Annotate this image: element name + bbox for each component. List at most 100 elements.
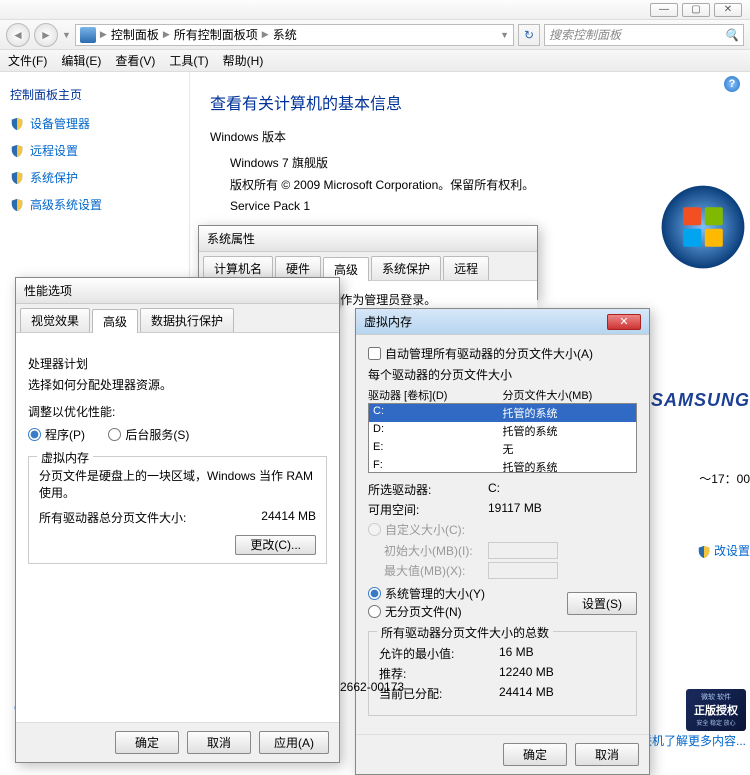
cancel-button[interactable]: 取消 [575,743,639,766]
vm-desc: 分页文件是硬盘上的一块区域，Windows 当作 RAM 使用。 [39,467,316,501]
breadcrumb[interactable]: ▶ 控制面板 ▶ 所有控制面板项 ▶ 系统 ▼ [75,24,514,46]
crumb-level-2[interactable]: 所有控制面板项 [174,26,258,43]
rec-value: 12240 MB [499,665,554,682]
vm-total-label: 所有驱动器总分页文件大小: [39,509,186,526]
page-title: 查看有关计算机的基本信息 [210,90,730,114]
back-button[interactable]: ◄ [6,23,30,47]
minimize-button[interactable]: — [650,3,678,17]
radio-custom-size[interactable]: 自定义大小(C): [368,521,465,538]
vm-group-title: 虚拟内存 [37,449,93,466]
free-space-value: 19117 MB [488,501,542,518]
drive-row[interactable]: D:托管的系统 [369,422,636,440]
radio-background[interactable]: 后台服务(S) [108,426,189,443]
sidebar-item-device-manager[interactable]: 设备管理器 [10,115,179,132]
nav-bar: ◄ ► ▼ ▶ 控制面板 ▶ 所有控制面板项 ▶ 系统 ▼ ↻ 搜索控制面板 🔍 [0,20,750,50]
menu-view[interactable]: 查看(V) [115,52,155,69]
windows-logo-icon [658,182,748,272]
drive-row[interactable]: F:托管的系统 [369,458,636,473]
menu-bar: 文件(F) 编辑(E) 查看(V) 工具(T) 帮助(H) [0,50,750,72]
search-input[interactable]: 搜索控制面板 🔍 [544,24,744,46]
radio-programs[interactable]: 程序(P) [28,426,85,443]
auto-manage-checkbox[interactable]: 自动管理所有驱动器的分页文件大小(A) [368,345,637,362]
tab-visual-effects[interactable]: 视觉效果 [20,308,90,332]
chevron-right-icon: ▶ [260,29,271,40]
forward-button[interactable]: ► [34,23,58,47]
help-icon[interactable]: ? [724,76,740,92]
sidebar-item-advanced[interactable]: 高级系统设置 [10,196,179,213]
oem-logo: SAMSUNG [651,390,750,411]
menu-file[interactable]: 文件(F) [8,52,47,69]
edition-text: Windows 7 旗舰版 [230,153,730,175]
tab-dep[interactable]: 数据执行保护 [140,308,234,332]
drive-row[interactable]: C:托管的系统 [369,404,636,422]
drive-list[interactable]: C:托管的系统D:托管的系统E:无F:托管的系统G:无 [368,403,637,473]
search-placeholder: 搜索控制面板 [549,26,621,43]
dialog-title: 系统属性 [199,226,537,252]
cancel-button[interactable]: 取消 [187,731,251,754]
admin-note: 作为管理员登录。 [340,291,436,308]
processor-scheduling-title: 处理器计划 [28,355,327,372]
col-drive: 驱动器 [卷标](D) [368,387,503,403]
shield-icon [10,117,24,131]
window-titlebar: — ▢ ✕ [0,0,750,20]
initial-size-label: 初始大小(MB)(I): [368,542,488,559]
max-size-label: 最大值(MB)(X): [368,562,488,579]
initial-size-input [488,542,558,559]
free-space-label: 可用空间: [368,501,488,518]
windows-version-label: Windows 版本 [210,128,730,145]
performance-options-dialog: 性能选项 视觉效果 高级 数据执行保护 处理器计划 选择如何分配处理器资源。 调… [15,277,340,763]
change-settings-link[interactable]: 改设置 [697,542,750,559]
menu-help[interactable]: 帮助(H) [223,52,264,69]
genuine-badge: 微软 软件 正版授权 安全 稳定 放心 [686,689,746,731]
cur-value: 24414 MB [499,685,554,702]
maximize-button[interactable]: ▢ [682,3,710,17]
chevron-right-icon: ▶ [98,29,109,40]
menu-edit[interactable]: 编辑(E) [61,52,101,69]
close-icon[interactable]: ✕ [607,314,641,330]
tab-advanced[interactable]: 高级 [92,309,138,333]
crumb-level-1[interactable]: 控制面板 [111,26,159,43]
radio-no-paging[interactable]: 无分页文件(N) [368,603,462,620]
close-button[interactable]: ✕ [714,3,742,17]
control-panel-icon [80,27,96,43]
radio-system-managed[interactable]: 系统管理的大小(Y) [368,585,485,602]
perfopts-tabs: 视觉效果 高级 数据执行保护 [16,304,339,333]
product-id-fragment: 2662-00173 [340,680,404,694]
tab-protection[interactable]: 系统保护 [371,256,441,280]
change-button[interactable]: 更改(C)... [235,535,316,555]
menu-tools[interactable]: 工具(T) [169,52,208,69]
shield-icon [10,144,24,158]
crumb-dropdown-icon[interactable]: ▼ [500,30,509,40]
adjust-label: 调整以优化性能: [28,403,327,420]
vm-total-value: 24414 MB [261,509,316,526]
ok-button[interactable]: 确定 [115,731,179,754]
sidebar-item-protection[interactable]: 系统保护 [10,169,179,186]
search-icon: 🔍 [724,28,739,42]
sidebar-title: 控制面板主页 [10,86,179,103]
selected-drive-value: C: [488,481,500,498]
selected-drive-label: 所选驱动器: [368,481,488,498]
refresh-button[interactable]: ↻ [518,24,540,46]
shield-icon [10,171,24,185]
min-label: 允许的最小值: [379,645,499,662]
sidebar-item-label: 系统保护 [30,169,78,186]
shield-icon [697,545,711,559]
history-dropdown-icon[interactable]: ▼ [62,30,71,40]
chevron-right-icon: ▶ [161,29,172,40]
apply-button[interactable]: 应用(A) [259,731,329,754]
sidebar-item-remote[interactable]: 远程设置 [10,142,179,159]
service-pack-text: Service Pack 1 [230,196,730,218]
ok-button[interactable]: 确定 [503,743,567,766]
time-fragment: ～17：00 [699,470,750,487]
min-value: 16 MB [499,645,534,662]
drive-row[interactable]: E:无 [369,440,636,458]
sidebar-item-label: 高级系统设置 [30,196,102,213]
shield-icon [10,198,24,212]
sidebar-item-label: 远程设置 [30,142,78,159]
set-button[interactable]: 设置(S) [567,592,637,615]
copyright-text: 版权所有 © 2009 Microsoft Corporation。保留所有权利… [230,175,730,197]
crumb-level-3[interactable]: 系统 [273,26,297,43]
tab-remote[interactable]: 远程 [443,256,489,280]
dialog-title[interactable]: 虚拟内存 ✕ [356,309,649,335]
dialog-title: 性能选项 [16,278,339,304]
